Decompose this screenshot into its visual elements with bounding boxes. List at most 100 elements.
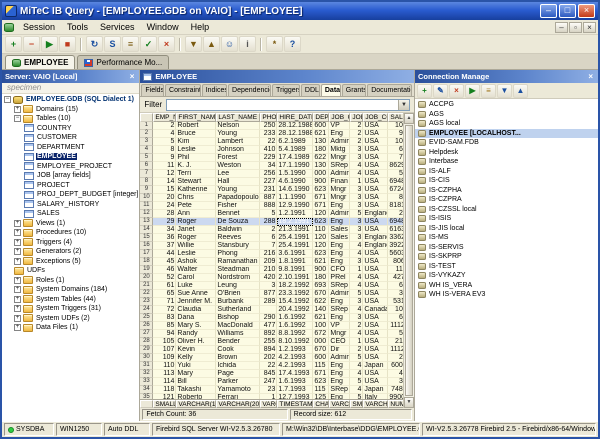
grid-cell[interactable]: 5	[350, 378, 363, 386]
grid-cell[interactable]: 25.4.1991	[277, 234, 313, 242]
grid-cell[interactable]: Carol	[176, 274, 216, 282]
grid-cell[interactable]: 46	[153, 266, 176, 274]
tab-ddl[interactable]: DDL	[301, 84, 320, 96]
grid-cell[interactable]: 209	[260, 258, 277, 266]
tree-item-department[interactable]: DEPARTMENT	[2, 143, 139, 153]
grid-cell[interactable]: 14.6.1990	[277, 186, 313, 194]
row-indicator[interactable]: 14	[140, 226, 153, 234]
expand-icon[interactable]: +	[14, 229, 21, 236]
row-indicator[interactable]: 18	[140, 258, 153, 266]
grid-cell[interactable]: 34	[260, 162, 277, 170]
connection-panel-close-icon[interactable]: ×	[586, 71, 595, 82]
grid-cell[interactable]: 109	[153, 354, 176, 362]
grid-cell[interactable]: Williams	[216, 330, 260, 338]
grid-cell[interactable]: 25.4.1991	[277, 242, 313, 250]
grid-cell[interactable]: 4	[350, 362, 363, 370]
grid-cell[interactable]: 477	[260, 322, 277, 330]
export-connections-icon[interactable]: ▲	[513, 84, 528, 98]
grid-cell[interactable]: Kevin	[176, 346, 216, 354]
grid-cell[interactable]: USA	[363, 338, 388, 346]
tab-grants[interactable]: Grants	[342, 84, 366, 96]
grid-cell[interactable]: Eng	[329, 314, 350, 322]
grid-cell[interactable]: 1	[350, 266, 363, 274]
grid-cell[interactable]: 623	[313, 250, 329, 258]
grid-cell[interactable]: Leslie	[176, 146, 216, 154]
expand-icon[interactable]: +	[14, 258, 21, 265]
grid-row[interactable]: 2685Mary S.MacDonald4771.6.1992100VP2USA…	[140, 322, 403, 330]
column-header-job-c[interactable]: JOB_C	[329, 113, 350, 122]
server-properties-icon[interactable]: i	[239, 36, 256, 52]
grid-cell[interactable]: Reeves	[216, 234, 260, 242]
grid-cell[interactable]: 130	[313, 162, 329, 170]
tree-item-generators-2[interactable]: +Generators (2)	[2, 247, 139, 257]
row-indicator[interactable]: 21	[140, 282, 153, 290]
grid-cell[interactable]: 1.7.1993	[277, 386, 313, 394]
grid-cell[interactable]: England	[363, 210, 388, 218]
grid-cell[interactable]: K. J.	[176, 162, 216, 170]
grid-cell[interactable]: 86292.94	[388, 162, 403, 170]
grid-cell[interactable]: Page	[216, 370, 260, 378]
connection-item-ags[interactable]: AGS	[415, 110, 598, 120]
grid-row[interactable]: 1946WalterSteadman2109.8.1991900CFO1USA1…	[140, 266, 403, 274]
tree-item-salary-history[interactable]: SALARY_HISTORY	[2, 200, 139, 210]
connection-item-ags-local[interactable]: AGS local	[415, 119, 598, 129]
row-indicator[interactable]: 6	[140, 162, 153, 170]
row-indicator[interactable]: 25	[140, 314, 153, 322]
grid-cell[interactable]: 15.4.1992	[277, 298, 313, 306]
grid-cell[interactable]: Walter	[176, 266, 216, 274]
grid-cell[interactable]: 120	[313, 210, 329, 218]
grid-row[interactable]: 1637WillieStansbury725.4.1991120Eng4Engl…	[140, 242, 403, 250]
grid-cell[interactable]: MacDonald	[216, 322, 260, 330]
grid-cell[interactable]: 289	[260, 298, 277, 306]
grid-row[interactable]: 2794RandyWilliams8928.8.1992672Mngr4USA5…	[140, 330, 403, 338]
grid-cell[interactable]: 621	[313, 314, 329, 322]
connection-item-accpg[interactable]: ACCPG	[415, 100, 598, 110]
grid-cell[interactable]: 670	[313, 290, 329, 298]
grid-row[interactable]: 31110YukiIchida224.2.1993115Eng4Japan600…	[140, 362, 403, 370]
grid-cell[interactable]: 2	[260, 226, 277, 234]
grid-row[interactable]: 1124PeteFisher88812.9.1990671Eng3USA8181…	[140, 202, 403, 210]
grid-cell[interactable]: Bill	[176, 378, 216, 386]
grid-cell[interactable]: USA	[363, 378, 388, 386]
grid-cell[interactable]: Japan	[363, 362, 388, 370]
grid-cell[interactable]: 17.4.1989	[277, 154, 313, 162]
grid-cell[interactable]: Sales	[329, 234, 350, 242]
disconnect-icon[interactable]: ■	[59, 36, 76, 52]
grid-cell[interactable]: 4	[350, 274, 363, 282]
grid-cell[interactable]: Kelly	[176, 354, 216, 362]
grid-cell[interactable]: 5	[153, 138, 176, 146]
row-indicator[interactable]: 19	[140, 266, 153, 274]
grid-cell[interactable]: 5	[350, 210, 363, 218]
grid-cell[interactable]: 2	[350, 138, 363, 146]
grid-cell[interactable]: 53167.5	[388, 298, 403, 306]
grid-cell[interactable]: Lambert	[216, 138, 260, 146]
grid-cell[interactable]: 18.2.1991	[277, 218, 313, 226]
grid-cell[interactable]: 1.6.1992	[277, 314, 313, 322]
grid-cell[interactable]: Eng	[329, 218, 350, 226]
row-indicator[interactable]: 23	[140, 298, 153, 306]
connection-item-is-skprp[interactable]: IS-SKPRP	[415, 252, 598, 262]
grid-cell[interactable]: 229	[260, 154, 277, 162]
grid-cell[interactable]: 888	[260, 202, 277, 210]
import-connections-icon[interactable]: ▼	[497, 84, 512, 98]
scroll-down-icon[interactable]: ▼	[404, 397, 414, 408]
grid-cell[interactable]: 81810.19	[388, 202, 403, 210]
connection-item-is-czssl-local[interactable]: IS-CZSSL local	[415, 205, 598, 215]
grid-cell[interactable]: 3	[350, 258, 363, 266]
grid-cell[interactable]: Ashok	[176, 258, 216, 266]
grid-cell[interactable]: USA	[363, 354, 388, 362]
tab-dependencies[interactable]: Dependencies	[228, 84, 271, 96]
tree-item-proj-dept-budget-integer[interactable]: PROJ_DEPT_BUDGET [integer]	[2, 190, 139, 200]
grid-cell[interactable]: 420	[260, 274, 277, 282]
row-indicator[interactable]: 29	[140, 346, 153, 354]
grid-cell[interactable]: USA	[363, 258, 388, 266]
grid-cell[interactable]: 3	[350, 146, 363, 154]
grid-cell[interactable]: 8.10.1992	[277, 338, 313, 346]
connection-item-is-czpha[interactable]: IS-CZPHA	[415, 186, 598, 196]
grid-cell[interactable]: 75060	[388, 154, 403, 162]
mdi-close-button[interactable]: ×	[583, 22, 596, 33]
tree-item-views-1[interactable]: +Views (1)	[2, 219, 139, 229]
grid-cell[interactable]: 100914	[388, 306, 403, 314]
grid-cell[interactable]: USA	[363, 146, 388, 154]
grid-cell[interactable]: 4	[350, 306, 363, 314]
